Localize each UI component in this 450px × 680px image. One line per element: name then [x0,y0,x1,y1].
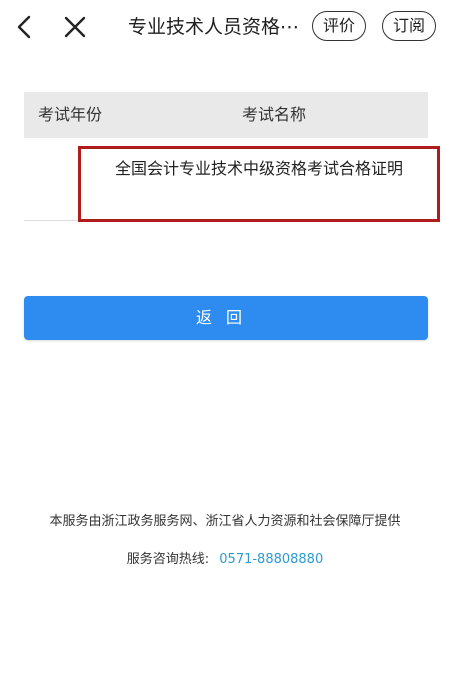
table-row-year [24,150,74,210]
close-icon [64,16,86,38]
service-provider-text: 本服务由浙江政务服务网、浙江省人力资源和社会保障厅提供 [49,514,401,529]
page-title: 专业技术人员资格⋯ [128,16,300,38]
rate-button[interactable]: 评价 [312,11,366,41]
column-header-name: 考试名称 [242,105,307,124]
hotline-row: 服务咨询热线: 0571-88808880 [0,548,450,567]
hotline-label: 服务咨询热线: [126,552,210,567]
exam-name-cell: 全国会计专业技术中级资格考试合格证明 [78,146,440,222]
hotline-number-link[interactable]: 0571-88808880 [219,552,323,567]
top-bar: 专业技术人员资格⋯ 评价 订阅 [0,0,450,56]
return-button[interactable]: 返回 [24,296,428,340]
row-divider [24,220,84,221]
table-header: 考试年份 考试名称 [24,92,428,138]
chevron-left-icon [17,15,31,39]
subscribe-button[interactable]: 订阅 [382,11,436,41]
close-button[interactable] [62,14,88,40]
column-header-year: 考试年份 [38,105,103,124]
back-button[interactable] [12,14,38,40]
